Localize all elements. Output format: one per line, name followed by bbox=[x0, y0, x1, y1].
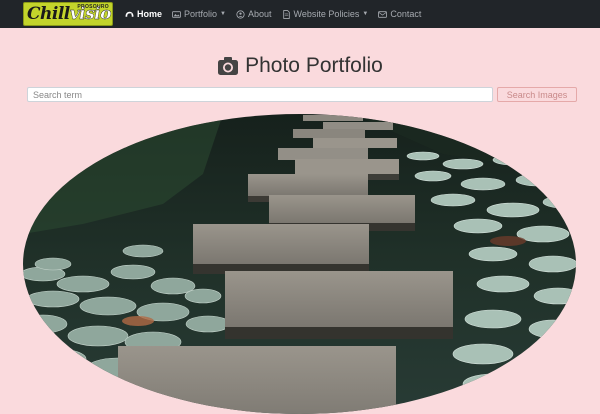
camera-icon bbox=[218, 57, 239, 75]
chevron-down-icon: ▼ bbox=[362, 11, 369, 17]
brand-logo-subtext: PROSOURO bbox=[77, 4, 109, 10]
nav-menu: Home Portfolio ▼ About Website Policies … bbox=[125, 9, 431, 19]
search-images-button[interactable]: Search Images bbox=[497, 87, 577, 102]
nav-item-home[interactable]: Home bbox=[125, 9, 162, 19]
page-title: Photo Portfolio bbox=[245, 54, 383, 77]
nav-item-website-policies[interactable]: Website Policies ▼ bbox=[282, 9, 369, 19]
nav-item-about[interactable]: About bbox=[236, 9, 272, 19]
nav-item-label: Portfolio bbox=[184, 9, 218, 19]
user-circle-icon bbox=[236, 9, 245, 19]
page-heading: Photo Portfolio bbox=[0, 54, 600, 78]
navbar: Chillvisio PROSOURO Home Portfolio ▼ Abo… bbox=[0, 0, 600, 28]
nav-item-label: Contact bbox=[390, 9, 422, 19]
images-icon bbox=[172, 10, 181, 18]
portfolio-photo bbox=[23, 114, 576, 414]
file-icon bbox=[282, 9, 290, 19]
nav-item-label: Website Policies bbox=[293, 9, 360, 19]
chevron-down-icon: ▼ bbox=[220, 11, 226, 17]
nav-item-portfolio[interactable]: Portfolio ▼ bbox=[172, 9, 226, 19]
search-input[interactable] bbox=[27, 87, 493, 102]
brand-logo[interactable]: Chillvisio PROSOURO bbox=[23, 2, 113, 26]
nav-item-contact[interactable]: Contact bbox=[378, 9, 421, 19]
nav-item-label: Home bbox=[137, 9, 163, 19]
envelope-icon bbox=[378, 10, 388, 18]
tachometer-icon bbox=[125, 11, 134, 17]
nav-item-label: About bbox=[248, 9, 272, 19]
